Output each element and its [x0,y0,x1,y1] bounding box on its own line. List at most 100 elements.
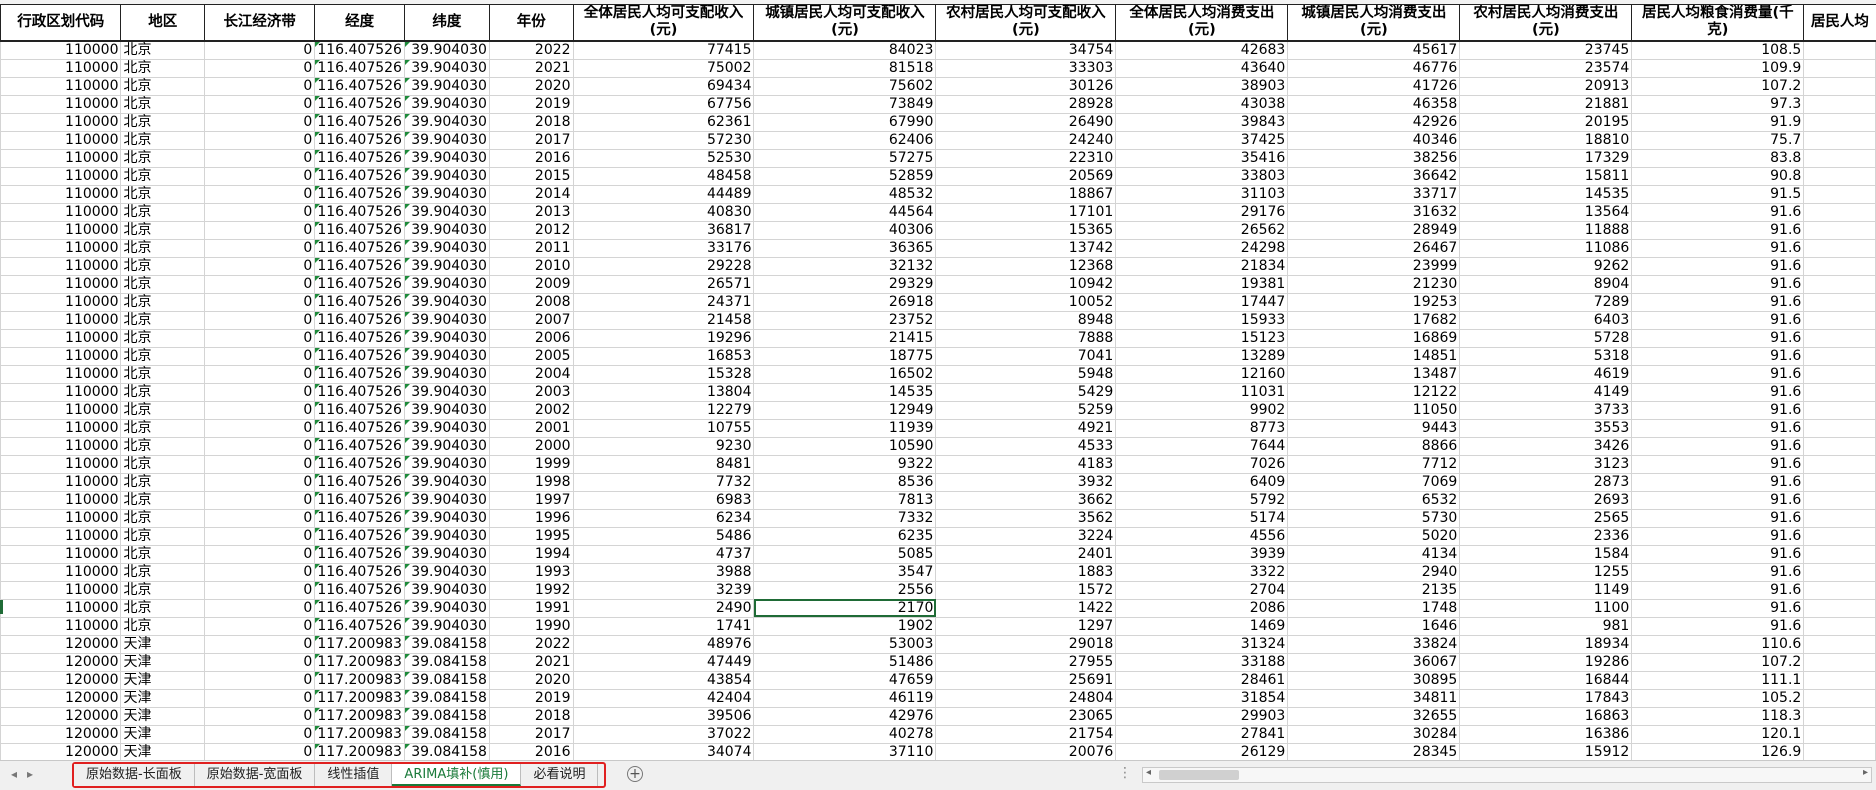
table-cell[interactable]: 2704 [1115,580,1289,600]
table-cell[interactable]: 3932 [935,472,1117,492]
table-cell[interactable]: 11939 [753,418,937,438]
table-cell[interactable]: 39.904030 [403,472,490,492]
table-cell[interactable]: 53003 [753,634,937,654]
table-cell[interactable]: 2693 [1459,490,1633,510]
table-cell[interactable]: 4556 [1115,526,1289,546]
table-cell[interactable]: 110000 [0,418,122,438]
table-cell[interactable]: 110000 [0,40,122,60]
table-cell[interactable]: 14535 [753,382,937,402]
table-cell[interactable]: 6409 [1115,472,1289,492]
add-sheet-icon[interactable]: + [627,766,643,782]
table-cell[interactable]: 39.904030 [403,346,490,366]
table-cell[interactable]: 29903 [1115,706,1289,726]
table-cell[interactable]: 1255 [1459,562,1633,582]
table-cell[interactable]: 0 [204,706,316,726]
table-cell[interactable]: 110000 [0,238,122,258]
table-cell[interactable]: 31103 [1115,184,1289,204]
table-cell[interactable]: 43640 [1115,58,1289,78]
table-cell[interactable]: 2018 [488,706,574,726]
table-cell[interactable]: 91.6 [1631,220,1805,240]
table-cell[interactable]: 2021 [488,58,574,78]
table-cell[interactable] [1803,724,1876,744]
table-cell[interactable]: 1100 [1459,598,1633,618]
table-cell[interactable]: 12949 [753,400,937,420]
table-cell[interactable]: 北京 [120,346,206,366]
table-cell[interactable]: 116.407526 [314,40,405,60]
table-cell[interactable]: 39.904030 [403,202,490,222]
table-cell[interactable]: 2170 [753,598,937,618]
table-cell[interactable] [1803,490,1876,510]
table-cell[interactable]: 14535 [1459,184,1633,204]
table-cell[interactable]: 27841 [1115,724,1289,744]
table-cell[interactable]: 110000 [0,76,122,96]
table-cell[interactable]: 117.200983 [314,634,405,654]
table-cell[interactable]: 23752 [753,310,937,330]
table-cell[interactable]: 37022 [572,724,755,744]
table-cell[interactable]: 39.904030 [403,580,490,600]
table-cell[interactable]: 48458 [572,166,755,186]
table-cell[interactable]: 91.6 [1631,382,1805,402]
table-cell[interactable]: 110000 [0,130,122,150]
table-cell[interactable]: 北京 [120,310,206,330]
column-header[interactable]: 全体居民人均可支配收入(元) [572,4,755,42]
table-cell[interactable] [1803,544,1876,564]
table-cell[interactable]: 111.1 [1631,670,1805,690]
table-cell[interactable]: 110000 [0,598,122,618]
table-cell[interactable] [1803,238,1876,258]
table-cell[interactable]: 5948 [935,364,1117,384]
table-cell[interactable]: 2004 [488,364,574,384]
table-cell[interactable]: 116.407526 [314,148,405,168]
table-cell[interactable]: 0 [204,742,316,760]
table-cell[interactable]: 3322 [1115,562,1289,582]
table-cell[interactable]: 5085 [753,544,937,564]
table-cell[interactable]: 29228 [572,256,755,276]
table-cell[interactable]: 116.407526 [314,508,405,528]
table-cell[interactable]: 6532 [1287,490,1461,510]
table-cell[interactable]: 57275 [753,148,937,168]
table-cell[interactable]: 29018 [935,634,1117,654]
table-cell[interactable]: 91.6 [1631,364,1805,384]
table-cell[interactable]: 110000 [0,328,122,348]
table-cell[interactable]: 21415 [753,328,937,348]
table-cell[interactable]: 39.904030 [403,58,490,78]
table-cell[interactable]: 北京 [120,40,206,60]
table-cell[interactable] [1803,382,1876,402]
table-cell[interactable]: 120000 [0,706,122,726]
table-cell[interactable]: 23065 [935,706,1117,726]
table-cell[interactable]: 0 [204,256,316,276]
table-cell[interactable]: 39.904030 [403,310,490,330]
table-cell[interactable]: 13564 [1459,202,1633,222]
table-cell[interactable]: 31324 [1115,634,1289,654]
table-cell[interactable]: 39.904030 [403,238,490,258]
table-cell[interactable]: 7332 [753,508,937,528]
table-cell[interactable]: 0 [204,400,316,420]
table-cell[interactable]: 0 [204,634,316,654]
table-cell[interactable]: 39.904030 [403,184,490,204]
table-cell[interactable]: 1741 [572,616,755,636]
table-cell[interactable]: 0 [204,688,316,708]
column-header[interactable]: 农村居民人均消费支出(元) [1459,4,1633,42]
column-header[interactable]: 经度 [314,4,405,42]
table-cell[interactable]: 91.6 [1631,256,1805,276]
table-cell[interactable]: 3662 [935,490,1117,510]
table-cell[interactable]: 北京 [120,418,206,438]
table-cell[interactable]: 北京 [120,436,206,456]
table-cell[interactable]: 天津 [120,634,206,654]
table-cell[interactable]: 23999 [1287,256,1461,276]
table-cell[interactable]: 34754 [935,40,1117,60]
table-cell[interactable]: 8481 [572,454,755,474]
table-cell[interactable]: 91.6 [1631,544,1805,564]
table-cell[interactable] [1803,58,1876,78]
table-cell[interactable]: 3239 [572,580,755,600]
table-cell[interactable]: 2005 [488,346,574,366]
table-cell[interactable]: 30284 [1287,724,1461,744]
table-cell[interactable]: 116.407526 [314,76,405,96]
table-cell[interactable]: 84023 [753,40,937,60]
table-cell[interactable]: 2011 [488,238,574,258]
table-cell[interactable]: 46358 [1287,94,1461,114]
table-cell[interactable]: 23574 [1459,58,1633,78]
column-header[interactable]: 城镇居民人均消费支出(元) [1287,4,1461,42]
table-cell[interactable]: 6234 [572,508,755,528]
table-cell[interactable]: 25691 [935,670,1117,690]
table-cell[interactable]: 3733 [1459,400,1633,420]
